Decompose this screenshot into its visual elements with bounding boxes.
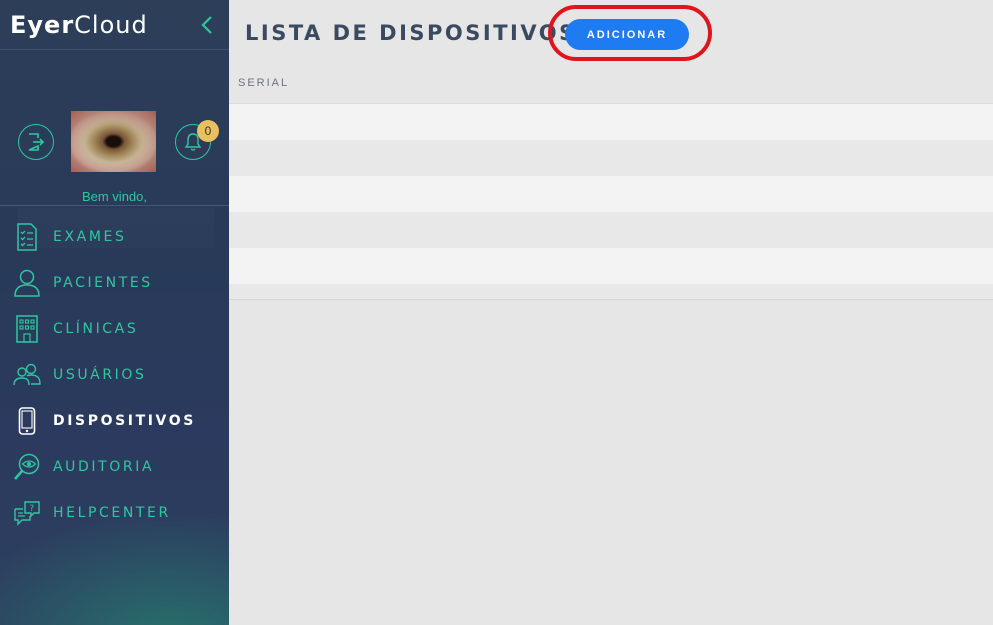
table-row[interactable] (229, 248, 993, 284)
sidebar-item-pacientes[interactable]: PACIENTES (0, 260, 229, 306)
helpcenter-chat-icon: ? (13, 497, 41, 529)
sidebar-item-exames[interactable]: EXAMES (0, 214, 229, 260)
add-device-button[interactable]: ADICIONAR (565, 19, 689, 50)
logout-icon (28, 133, 45, 151)
logout-button[interactable] (18, 124, 54, 160)
sidebar-item-helpcenter[interactable]: ? HELPCENTER (0, 490, 229, 536)
sidebar: EyerCloud 0 Bem vindo, EXAMES PACIENTES … (0, 0, 229, 625)
notification-count-badge: 0 (197, 120, 219, 142)
logo-light: Cloud (74, 10, 148, 39)
svg-text:?: ? (30, 504, 35, 514)
profile-panel: 0 Bem vindo, (0, 50, 229, 206)
sidebar-item-label: AUDITORIA (53, 459, 155, 475)
device-icon (13, 405, 41, 437)
table-row[interactable] (229, 176, 993, 212)
avatar[interactable] (71, 111, 156, 172)
audit-eye-icon (13, 451, 41, 483)
sidebar-item-label: PACIENTES (53, 275, 153, 291)
collapse-sidebar-button[interactable] (197, 12, 217, 38)
page-title: LISTA DE DISPOSITIVOS (245, 21, 577, 45)
sidebar-item-label: CLÍNICAS (53, 321, 139, 337)
chevron-left-icon (201, 15, 212, 34)
table-header: SERIAL (229, 62, 993, 104)
sidebar-item-auditoria[interactable]: AUDITORIA (0, 444, 229, 490)
sidebar-nav: EXAMES PACIENTES CLÍNICAS USUÁRIOS DISPO… (0, 214, 229, 536)
welcome-text: Bem vindo, (81, 189, 148, 204)
main-content: LISTA DE DISPOSITIVOS ADICIONAR SERIAL (229, 0, 993, 625)
sidebar-item-usuarios[interactable]: USUÁRIOS (0, 352, 229, 398)
sidebar-item-label: DISPOSITIVOS (53, 413, 196, 429)
column-header-serial[interactable]: SERIAL (238, 77, 289, 89)
clinic-building-icon (13, 313, 41, 345)
devices-table: SERIAL (229, 62, 993, 300)
sidebar-item-dispositivos[interactable]: DISPOSITIVOS (0, 398, 229, 444)
avatar-eye-image (71, 111, 156, 172)
sidebar-item-label: USUÁRIOS (53, 367, 147, 383)
table-row[interactable] (229, 140, 993, 176)
table-row[interactable] (229, 212, 993, 248)
table-row[interactable] (229, 104, 993, 140)
logo-bold: Eyer (10, 10, 75, 39)
table-footer (229, 284, 993, 300)
patient-icon (13, 267, 41, 299)
sidebar-item-clinicas[interactable]: CLÍNICAS (0, 306, 229, 352)
exam-list-icon (13, 221, 41, 253)
sidebar-item-label: HELPCENTER (53, 505, 171, 521)
sidebar-header: EyerCloud (0, 0, 229, 50)
app-logo: EyerCloud (10, 11, 148, 39)
users-icon (13, 359, 41, 391)
sidebar-item-label: EXAMES (53, 229, 127, 245)
page-header: LISTA DE DISPOSITIVOS ADICIONAR (229, 0, 993, 61)
